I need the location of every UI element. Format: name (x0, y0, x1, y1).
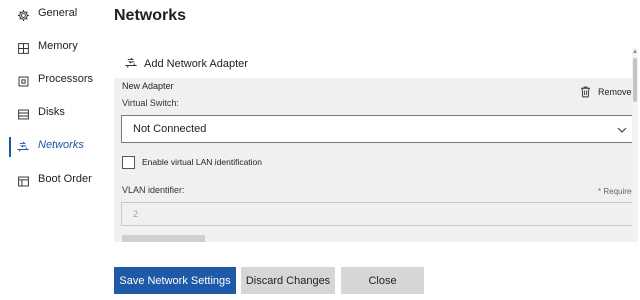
save-network-settings-button[interactable]: Save Network Settings (114, 267, 236, 294)
sidebar-item-label: Memory (38, 40, 78, 52)
vlan-identifier-value: 2 (133, 209, 139, 219)
network-adapter-icon (124, 57, 138, 71)
adapter-name: New Adapter (122, 81, 174, 91)
chevron-down-icon (617, 125, 627, 135)
disk-icon (16, 107, 30, 121)
sidebar-item-label: Processors (38, 73, 94, 85)
virtual-switch-select[interactable]: Not Connected (121, 115, 636, 143)
add-network-adapter-label: Add Network Adapter (144, 58, 248, 70)
gear-icon (16, 8, 30, 22)
panel-scrollbar[interactable]: ▲ (632, 48, 638, 242)
sidebar-item-disks[interactable]: Disks (0, 101, 104, 127)
network-adapter-panel: New Adapter Remove Virtual Switch: Not C… (114, 78, 638, 242)
vlan-checkbox-label: Enable virtual LAN identification (142, 157, 263, 167)
partially-visible-button[interactable] (122, 235, 205, 242)
vlan-identifier-label: VLAN identifier: (122, 185, 185, 195)
sidebar-item-label: General (38, 7, 78, 19)
processor-icon (16, 74, 30, 88)
scroll-thumb[interactable] (633, 58, 637, 102)
vlan-checkbox[interactable] (122, 156, 135, 169)
sidebar-item-boot-order[interactable]: Boot Order (0, 168, 104, 194)
remove-label: Remove (598, 87, 632, 97)
network-icon (16, 140, 30, 154)
sidebar-item-label: Disks (38, 106, 65, 118)
close-button[interactable]: Close (341, 267, 424, 294)
boot-order-icon (16, 174, 30, 188)
trash-icon (580, 86, 592, 98)
discard-changes-button[interactable]: Discard Changes (241, 267, 335, 294)
memory-icon (16, 41, 30, 55)
add-network-adapter-button[interactable]: Add Network Adapter (124, 55, 248, 73)
settings-sidebar: General Memory Processors Disks Networks… (0, 0, 104, 300)
virtual-switch-label: Virtual Switch: (122, 98, 179, 108)
sidebar-item-label: Boot Order (38, 173, 92, 185)
page-title: Networks (114, 7, 187, 24)
sidebar-item-general[interactable]: General (0, 2, 104, 28)
active-indicator (9, 137, 11, 157)
scroll-up-arrow-icon[interactable]: ▲ (632, 48, 638, 56)
sidebar-item-networks[interactable]: Networks (0, 134, 104, 160)
virtual-switch-value: Not Connected (133, 123, 207, 135)
vlan-identifier-input[interactable]: 2 (121, 202, 636, 226)
sidebar-item-memory[interactable]: Memory (0, 35, 104, 61)
required-indicator: * Required (598, 187, 636, 196)
remove-adapter-button[interactable]: Remove (580, 85, 632, 99)
sidebar-item-label: Networks (38, 139, 84, 151)
sidebar-item-processors[interactable]: Processors (0, 68, 104, 94)
